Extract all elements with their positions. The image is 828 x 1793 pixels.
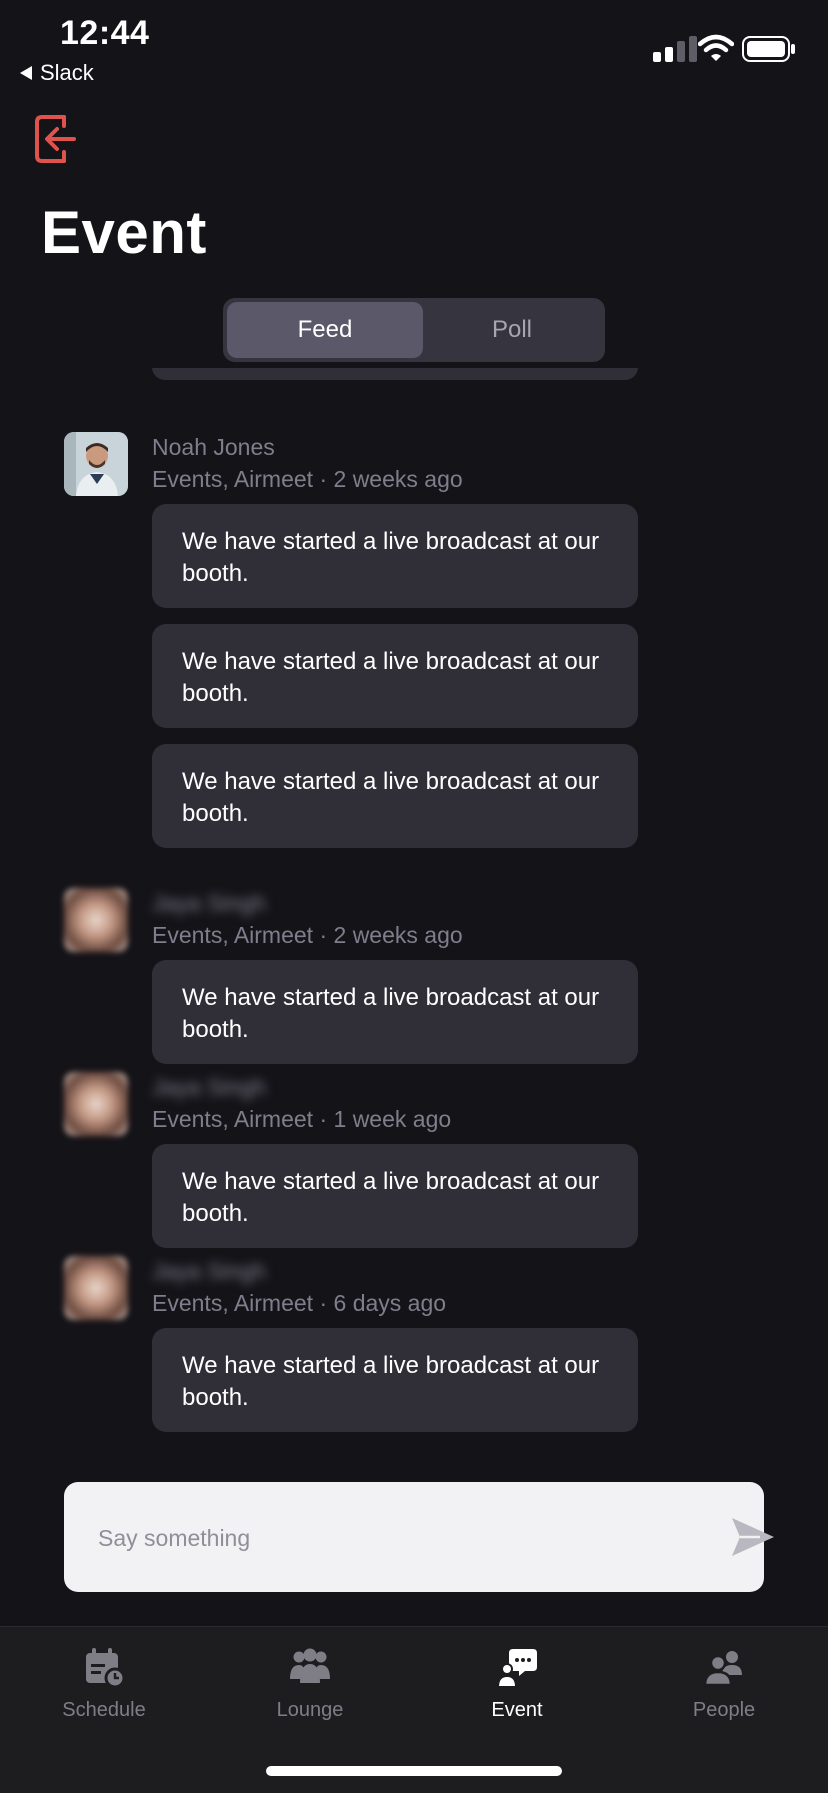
back-app-label: Slack — [40, 60, 94, 85]
post-author: Jaya Singh — [152, 890, 266, 916]
message-bubble: We have started a live broadcast at our … — [152, 504, 638, 608]
exit-icon[interactable] — [34, 114, 78, 164]
wifi-icon — [698, 34, 734, 61]
nav-event-label: Event — [491, 1699, 543, 1721]
post-meta: Events, Airmeet · 2 weeks ago — [152, 922, 463, 948]
cellular-signal-icon — [653, 36, 697, 62]
avatar[interactable] — [64, 432, 128, 496]
event-feed[interactable]: Noah Jones Events, Airmeet · 2 weeks ago… — [0, 368, 828, 1438]
message-composer — [64, 1482, 774, 1592]
avatar[interactable] — [64, 1072, 128, 1136]
nav-event[interactable]: Event — [437, 1645, 597, 1745]
message-bubble: We have started a live broadcast at our … — [152, 1144, 638, 1248]
avatar[interactable] — [64, 888, 128, 952]
message-bubble: We have started a live broadcast at our … — [152, 744, 638, 848]
nav-lounge-label: Lounge — [276, 1699, 344, 1721]
nav-people[interactable]: People — [644, 1645, 804, 1745]
home-indicator[interactable] — [266, 1766, 562, 1776]
avatar[interactable] — [64, 1256, 128, 1320]
message-bubble: We have started a live broadcast at our … — [152, 624, 638, 728]
nav-lounge[interactable]: Lounge — [230, 1645, 390, 1745]
status-bar: 12:44 Slack — [0, 0, 828, 96]
battery-icon — [742, 36, 795, 62]
person-photo — [64, 432, 128, 496]
nav-schedule-label: Schedule — [62, 1699, 146, 1721]
calendar-clock-icon — [86, 1648, 126, 1689]
tab-poll[interactable]: Poll — [423, 302, 601, 358]
post-author: Jaya Singh — [152, 1074, 266, 1100]
page-title: Event — [41, 199, 207, 266]
message-bubble-partial — [152, 368, 638, 380]
tab-feed[interactable]: Feed — [227, 302, 423, 358]
post-author: Jaya Singh — [152, 1258, 266, 1284]
group-icon — [290, 1648, 330, 1683]
nav-people-label: People — [692, 1699, 756, 1721]
status-time: 12:44 — [60, 14, 150, 52]
feed-poll-toggle: Feed Poll — [223, 298, 605, 362]
back-to-app-link[interactable]: Slack — [20, 60, 94, 86]
event-chat-icon — [496, 1649, 537, 1688]
people-icon — [703, 1651, 742, 1687]
back-triangle-icon — [20, 66, 32, 80]
nav-schedule[interactable]: Schedule — [24, 1645, 184, 1745]
message-bubble: We have started a live broadcast at our … — [152, 1328, 638, 1432]
message-input[interactable] — [96, 1516, 660, 1560]
post-meta: Events, Airmeet · 6 days ago — [152, 1290, 447, 1316]
message-bubble: We have started a live broadcast at our … — [152, 960, 638, 1064]
post-author: Noah Jones — [152, 434, 275, 460]
send-icon[interactable] — [730, 1516, 776, 1558]
post-meta: Events, Airmeet · 1 week ago — [152, 1106, 452, 1132]
post-meta: Events, Airmeet · 2 weeks ago — [152, 466, 463, 492]
